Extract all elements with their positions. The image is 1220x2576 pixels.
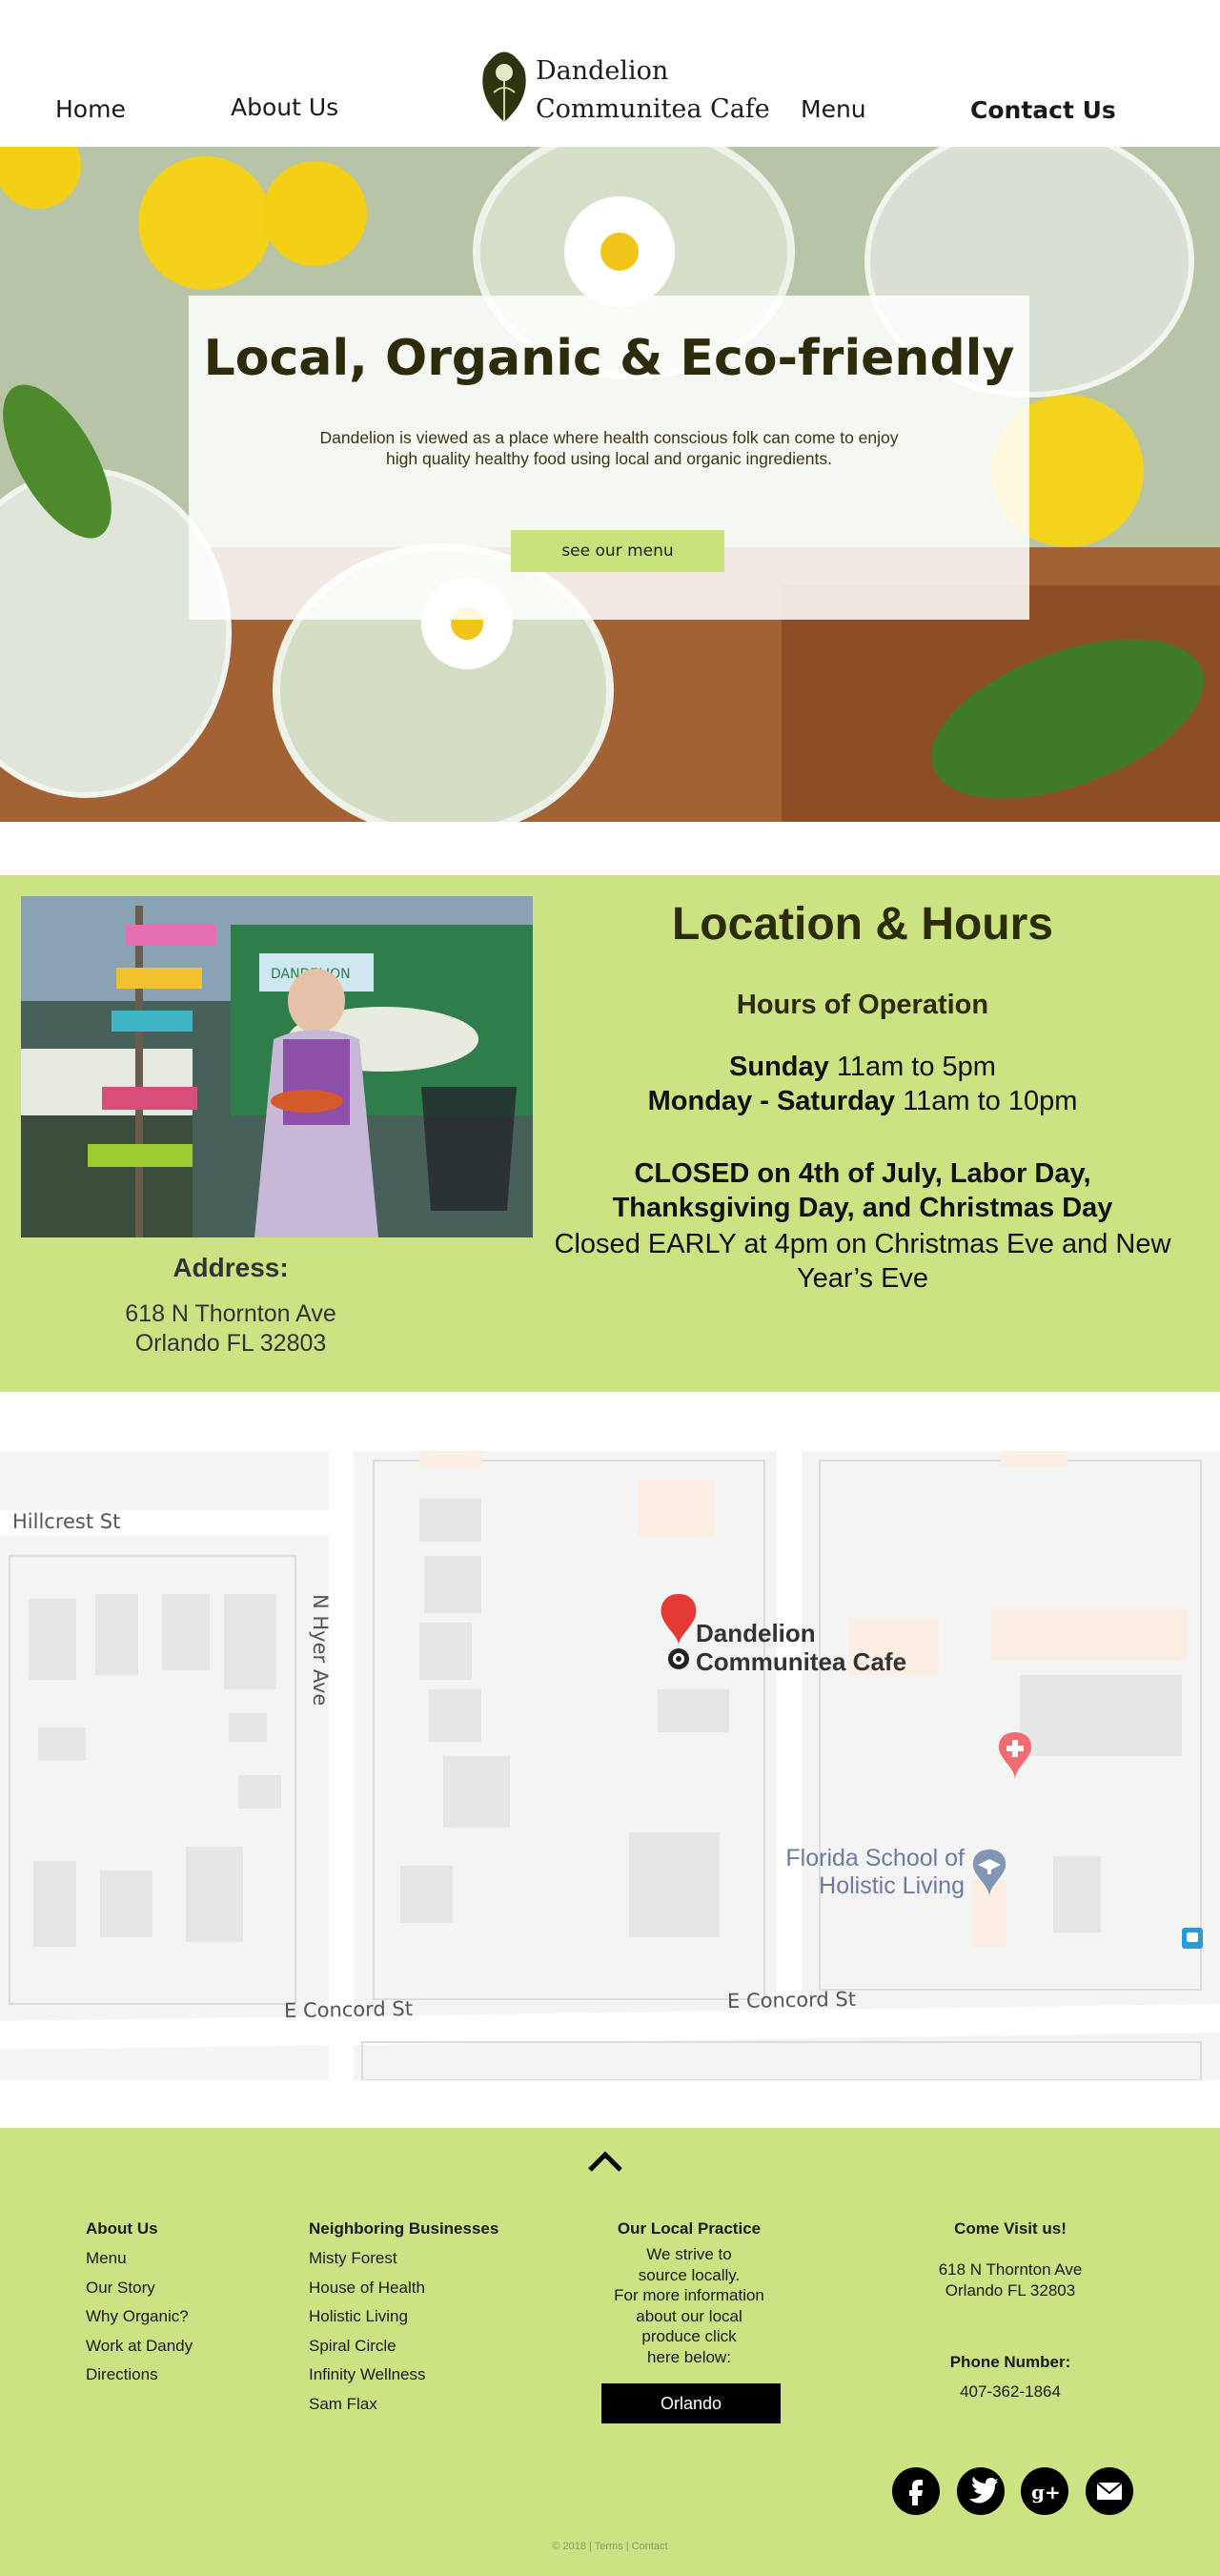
map-school-line-1: Florida School of: [785, 1845, 965, 1871]
local-practice-line-2: source locally.: [638, 2265, 741, 2284]
footer-link-sam-flax[interactable]: Sam Flax: [309, 2390, 498, 2420]
address-heading: Address:: [173, 1253, 289, 1282]
nav-contact-us[interactable]: Contact Us: [970, 96, 1116, 124]
weekday-time: 11am to 10pm: [895, 1086, 1078, 1116]
map-place-label[interactable]: Dandelion Communitea Cafe: [696, 1619, 906, 1676]
twitter-icon[interactable]: [957, 2467, 1005, 2515]
footer-link-misty-forest[interactable]: Misty Forest: [309, 2244, 498, 2274]
footer-address-line-1: 618 N Thornton Ave: [938, 2260, 1083, 2279]
location-hours-section: DANDELION Address: 618 N Thornton Ave Or…: [0, 875, 1220, 1392]
copyright-text[interactable]: © 2018 | Terms | Contact: [0, 2541, 1220, 2552]
sunday-hours: Sunday 11am to 5pm: [553, 1052, 1172, 1083]
footer-link-infinity-wellness[interactable]: Infinity Wellness: [309, 2361, 498, 2390]
orlando-button[interactable]: Orlando: [601, 2383, 781, 2423]
hero-card: Local, Organic & Eco-friendly Dandelion …: [189, 296, 1029, 620]
street-label-concord-2: E Concord St: [726, 1987, 857, 2014]
nav-home[interactable]: Home: [55, 95, 126, 123]
facebook-icon[interactable]: [892, 2467, 940, 2515]
see-our-menu-button[interactable]: see our menu: [511, 530, 724, 572]
nav-menu[interactable]: Menu: [801, 95, 866, 123]
closed-holidays-line-1: CLOSED on 4th of July, Labor Day,: [634, 1158, 1091, 1189]
footer-link-directions[interactable]: Directions: [86, 2361, 193, 2390]
address-line-2: Orlando FL 32803: [134, 1330, 327, 1357]
footer-neighbors-heading: Neighboring Businesses: [309, 2219, 499, 2238]
footer-visit-column: Come Visit us! 618 N Thornton Ave Orland…: [915, 2219, 1106, 2402]
footer-neighbors-column: Neighboring Businesses Misty Forest Hous…: [309, 2219, 498, 2419]
footer-visit-heading: Come Visit us!: [954, 2219, 1067, 2238]
footer-link-holistic-living[interactable]: Holistic Living: [309, 2302, 498, 2332]
footer-link-menu[interactable]: Menu: [86, 2244, 193, 2274]
closed-holidays-line-2: Thanksgiving Day, and Christmas Day: [612, 1193, 1113, 1223]
street-label-hyer: N Hyer Ave: [309, 1594, 332, 1707]
hero-title: Local, Organic & Eco-friendly: [203, 330, 1015, 387]
street-label-hillcrest: Hillcrest St: [12, 1510, 121, 1533]
google-plus-icon[interactable]: g+: [1021, 2467, 1068, 2515]
footer-about-column: About Us Menu Our Story Why Organic? Wor…: [86, 2219, 193, 2390]
hero-subtitle: Dandelion is viewed as a place where hea…: [319, 428, 899, 468]
footer-address-line-2: Orlando FL 32803: [945, 2281, 1076, 2300]
footer-local-practice-column: Our Local Practice We strive to source l…: [596, 2219, 783, 2368]
map-school-line-2: Holistic Living: [819, 1872, 965, 1899]
svg-text:g+: g+: [1031, 2481, 1061, 2504]
local-practice-line-4: about our local: [636, 2306, 742, 2325]
footer-phone-heading: Phone Number:: [949, 2353, 1071, 2371]
brand-line-1: Dandelion: [536, 56, 669, 86]
footer-about-heading[interactable]: About Us: [86, 2219, 193, 2239]
local-practice-line-1: We strive to: [646, 2245, 732, 2263]
map-background[interactable]: [0, 1451, 1220, 2080]
weekday-hours: Monday - Saturday 11am to 10pm: [553, 1086, 1172, 1117]
weekday-label: Monday - Saturday: [647, 1086, 896, 1116]
site-footer: About Us Menu Our Story Why Organic? Wor…: [0, 2128, 1220, 2576]
hero-banner: Local, Organic & Eco-friendly Dandelion …: [0, 147, 1220, 822]
footer-link-work-at-dandy[interactable]: Work at Dandy: [86, 2332, 193, 2361]
google-map[interactable]: Hillcrest St N Hyer Ave E Concord St E C…: [0, 1451, 1220, 2080]
street-label-concord-1: E Concord St: [283, 1996, 414, 2023]
cafe-photo-image: DANDELION: [21, 896, 533, 1237]
brand-name[interactable]: Dandelion Communitea Cafe: [536, 52, 770, 129]
map-place-line-1: Dandelion: [696, 1619, 816, 1647]
dandelion-logo-icon[interactable]: [465, 40, 543, 126]
scroll-to-top-icon[interactable]: [586, 2147, 624, 2176]
map-pin-icon[interactable]: [660, 1594, 698, 1670]
sunday-time: 11am to 5pm: [828, 1052, 996, 1082]
cafe-photo: DANDELION: [21, 896, 533, 1237]
footer-link-why-organic[interactable]: Why Organic?: [86, 2302, 193, 2332]
local-practice-line-5: produce click: [641, 2327, 737, 2346]
address-line-1: 618 N Thornton Ave: [125, 1300, 336, 1327]
hospital-pin-icon[interactable]: [998, 1732, 1032, 1780]
brand-line-2: Communitea Cafe: [536, 94, 770, 124]
hours-heading: Hours of Operation: [736, 990, 989, 1020]
footer-link-spiral-circle[interactable]: Spiral Circle: [309, 2332, 498, 2361]
location-hours-title: Location & Hours: [671, 899, 1053, 950]
footer-phone-number[interactable]: 407-362-1864: [915, 2382, 1106, 2402]
early-close-notice: Closed EARLY at 4pm on Christmas Eve and…: [554, 1229, 1171, 1294]
nav-about-us[interactable]: About Us: [231, 93, 338, 121]
map-place-line-2: Communitea Cafe: [696, 1647, 907, 1676]
footer-link-house-of-health[interactable]: House of Health: [309, 2274, 498, 2303]
email-icon[interactable]: [1086, 2467, 1133, 2515]
school-pin-icon[interactable]: [972, 1850, 1006, 1897]
local-practice-line-6: here below:: [647, 2347, 731, 2366]
site-header: Home About Us Dandelion Communitea Cafe …: [0, 0, 1220, 147]
sunday-label: Sunday: [729, 1052, 829, 1082]
bus-stop-icon[interactable]: [1182, 1928, 1203, 1949]
map-school-label[interactable]: Florida School of Holistic Living: [753, 1845, 965, 1900]
footer-link-our-story[interactable]: Our Story: [86, 2274, 193, 2303]
footer-local-practice-heading: Our Local Practice: [617, 2219, 762, 2238]
local-practice-line-3: For more information: [614, 2286, 764, 2305]
